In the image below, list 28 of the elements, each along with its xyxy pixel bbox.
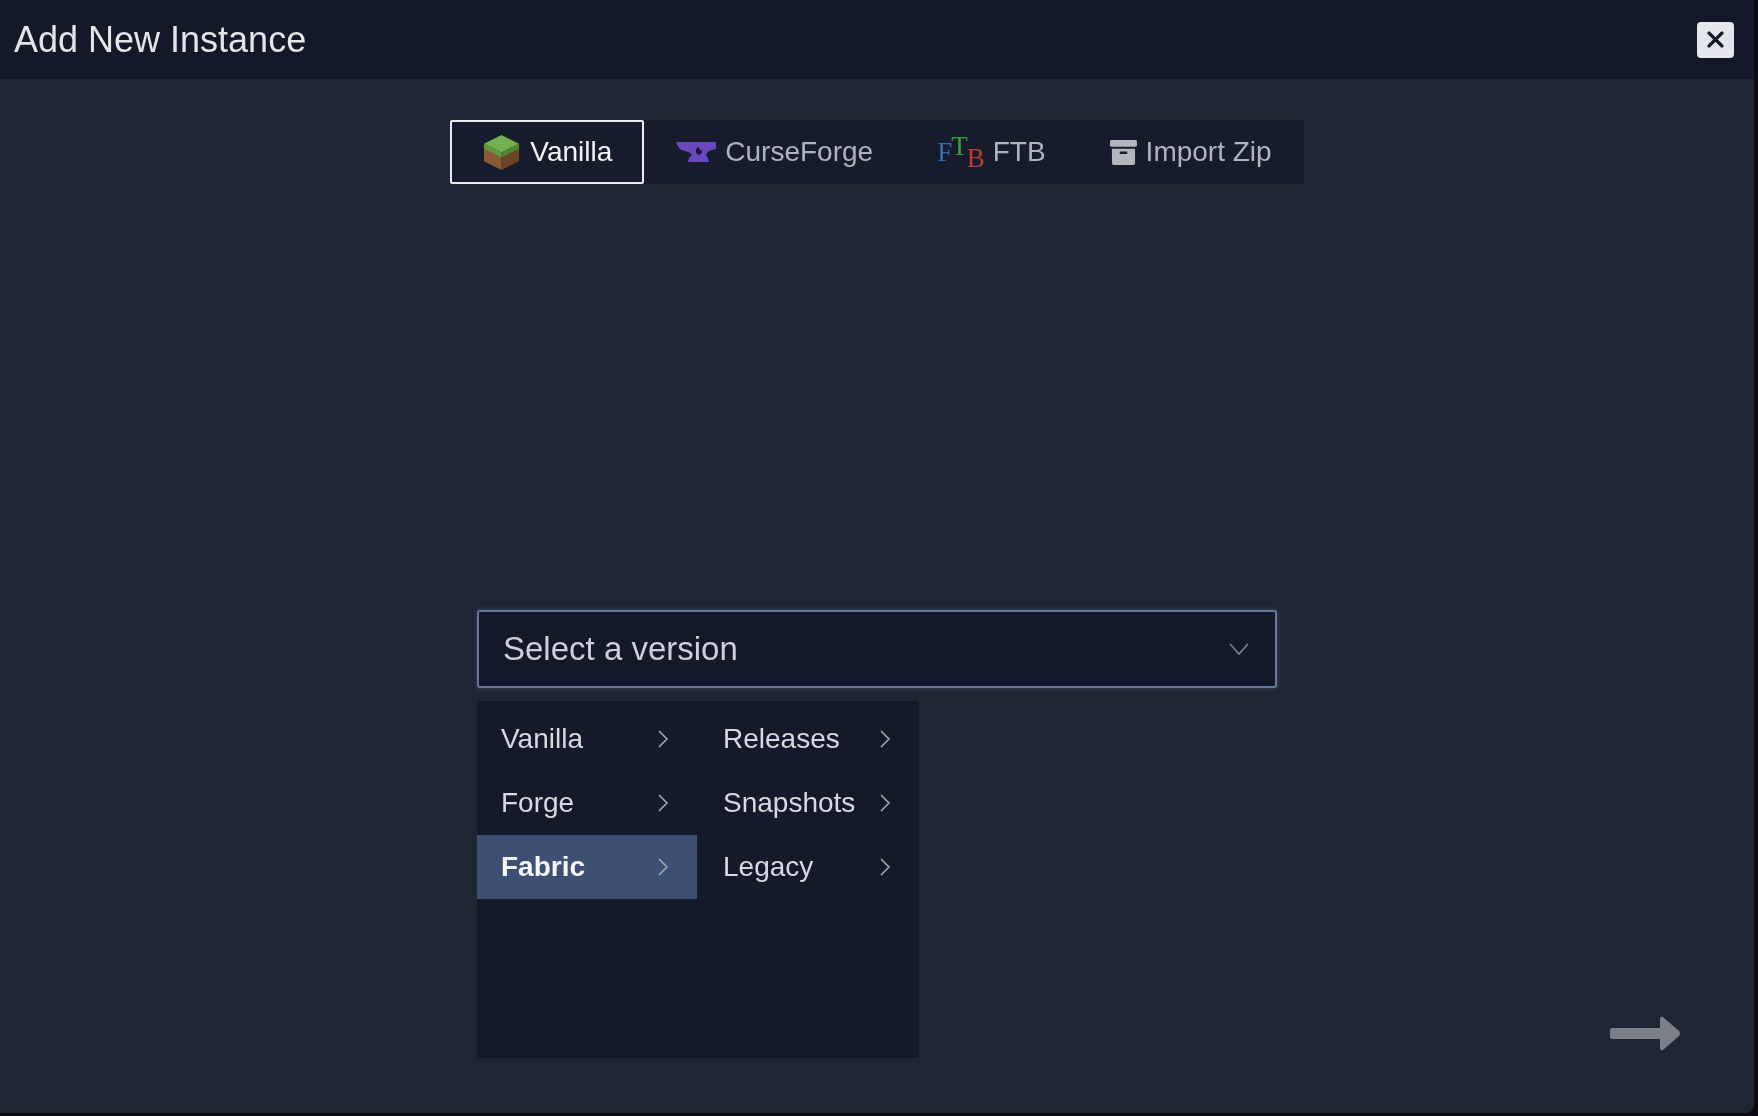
archive-box-icon <box>1109 139 1137 165</box>
tab[interactable]: Vanilla <box>450 120 645 184</box>
tab[interactable]: CurseForge <box>644 120 906 184</box>
menu-item[interactable]: Forge <box>477 771 697 835</box>
window-title: Add New Instance <box>14 17 307 62</box>
close-icon <box>1707 31 1724 48</box>
menu-item[interactable]: Vanilla <box>477 707 697 771</box>
menu-item[interactable]: Releases <box>697 707 919 771</box>
tab-logo: FTB <box>937 134 984 170</box>
chevron-down-icon <box>1229 643 1249 655</box>
grass-block-icon <box>482 132 522 172</box>
menu-item[interactable]: Fabric <box>477 835 697 899</box>
chevron-right-icon <box>879 729 891 749</box>
chevron-right-icon <box>657 729 669 749</box>
chevron-right-icon <box>879 857 891 877</box>
menu-item[interactable]: Snapshots <box>697 771 919 835</box>
chevron-right-icon <box>879 793 891 813</box>
select-placeholder: Select a version <box>503 629 738 670</box>
anvil-icon <box>676 141 717 163</box>
chevron-right-icon <box>657 857 669 877</box>
arrow-right-icon <box>1610 1016 1681 1051</box>
next-button[interactable] <box>1610 1016 1681 1051</box>
tab[interactable]: FTB FTB <box>905 120 1078 184</box>
version-select[interactable]: Select a version <box>477 610 1277 688</box>
close-button[interactable] <box>1697 21 1734 58</box>
tab[interactable]: Import Zip <box>1077 120 1304 184</box>
chevron-right-icon <box>657 793 669 813</box>
menu-item[interactable]: Legacy <box>697 835 919 899</box>
